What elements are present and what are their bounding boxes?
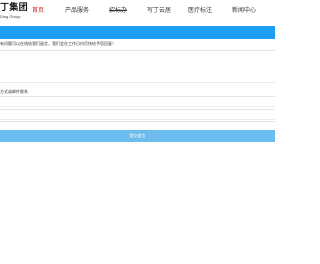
nav-item-bidding[interactable]: 招标办 [109, 7, 127, 15]
nav-item-products[interactable]: 产品服务 [65, 7, 89, 15]
submit-button[interactable]: 提交留言 [0, 130, 275, 142]
header: 丁集团 Ding Group 首页 产品服务 招标办 写丁云居 医疗标注 新闻中… [0, 0, 275, 24]
logo[interactable]: 丁集团 Ding Group [0, 2, 28, 22]
message-textarea[interactable] [0, 50, 275, 82]
page: 丁集团 Ding Group 首页 产品服务 招标办 写丁云居 医疗标注 新闻中… [0, 0, 275, 264]
contact-label: 方式或邮件联系 [0, 89, 28, 94]
divider [0, 82, 275, 83]
nav-item-yunju[interactable]: 写丁云居 [147, 7, 171, 15]
divider [0, 106, 275, 107]
page-banner [0, 26, 275, 39]
nav-item-home[interactable]: 首页 [32, 7, 44, 15]
nav-item-medical[interactable]: 医疗标注 [188, 7, 212, 15]
nav-item-news[interactable]: 新闻中心 [232, 7, 256, 15]
divider [0, 119, 275, 120]
logo-title: 丁集团 [0, 2, 28, 12]
message-note: 有问题可以在线给我们留言，我们会在工作日内尽快给予您回复！ [0, 41, 116, 46]
logo-subtitle: Ding Group [0, 14, 21, 19]
contact-input[interactable] [0, 96, 275, 106]
contact-input-2[interactable] [0, 109, 275, 119]
contact-input-3[interactable] [0, 121, 275, 129]
